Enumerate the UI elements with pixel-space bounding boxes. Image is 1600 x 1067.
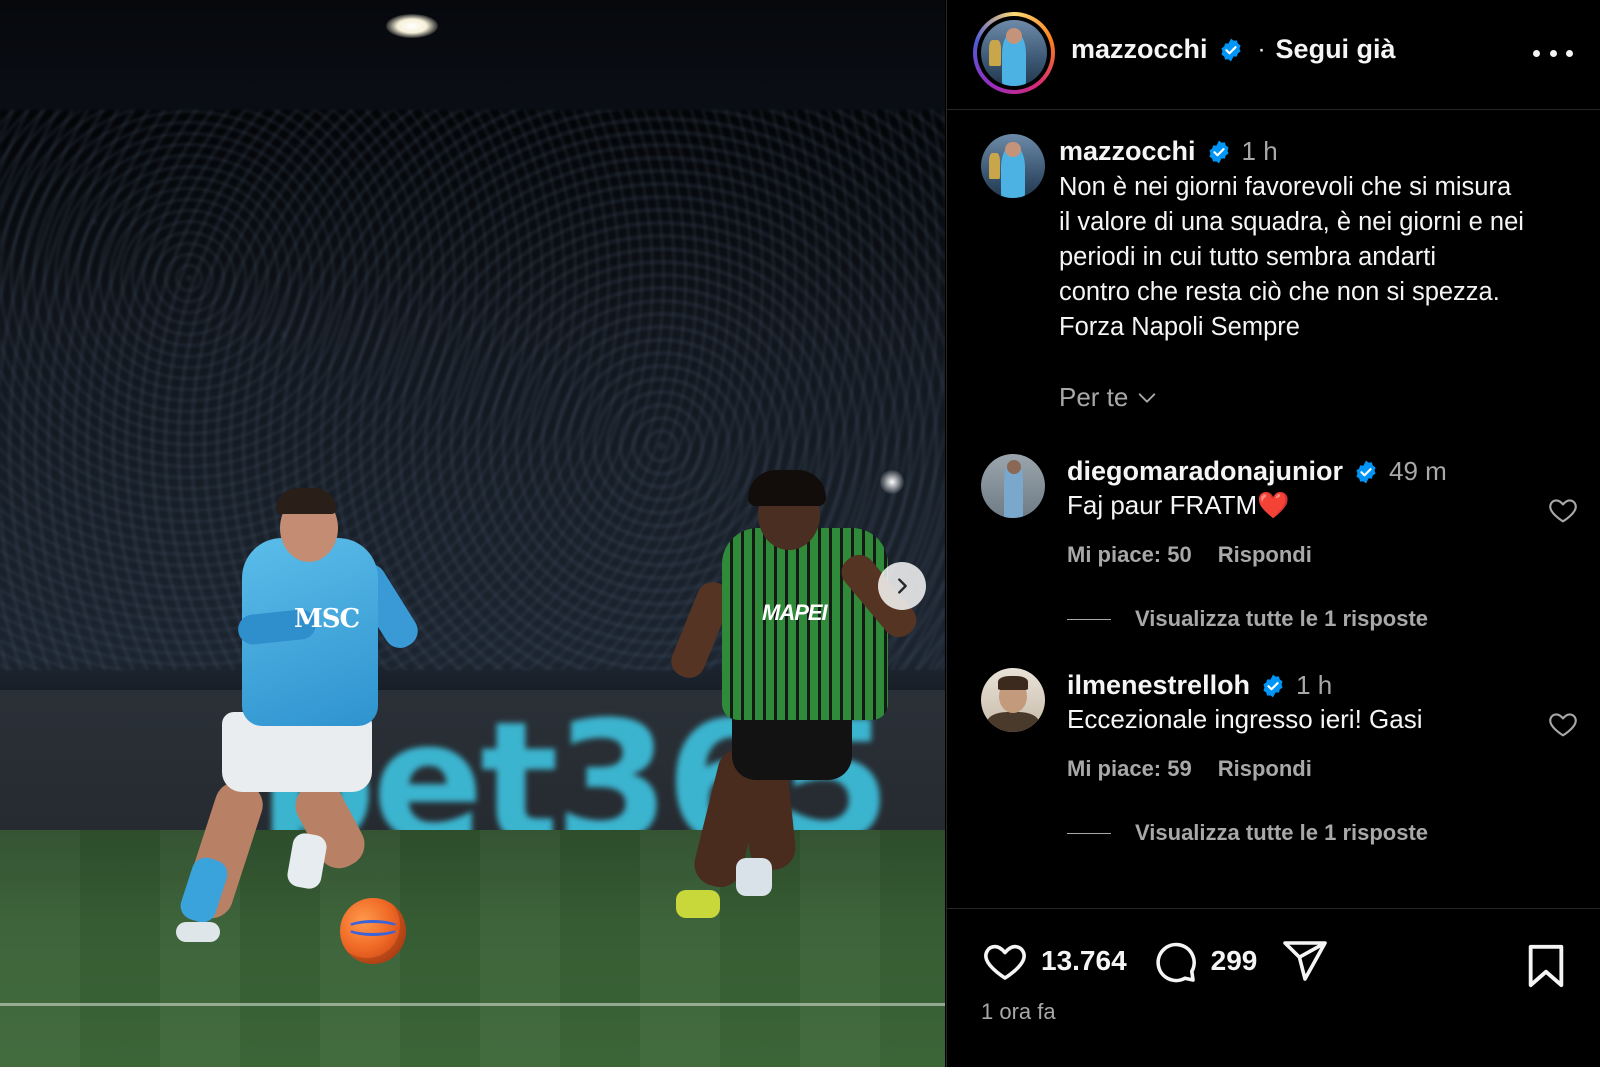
more-options-icon[interactable] [1533,38,1573,68]
comment-likes-count[interactable]: Mi piace: 50 [1067,542,1192,568]
like-heart-icon[interactable] [981,937,1029,985]
comment-timestamp: 1 h [1296,670,1333,700]
stadium-light-small [880,470,904,494]
view-replies-label: Visualizza tutte le 1 risposte [1135,820,1429,845]
chevron-down-icon [1139,392,1156,403]
comment-likes-count[interactable]: Mi piace: 59 [1067,756,1192,782]
author-avatar-story-ring[interactable] [973,12,1055,94]
verified-badge-icon [1221,38,1241,61]
following-button[interactable]: Segui già [1276,34,1396,65]
comment-reply-button[interactable]: Rispondi [1218,542,1312,568]
post-header: mazzocchi · Segui già [947,0,1600,110]
view-replies-button[interactable]: Visualizza tutte le 1 risposte [1067,606,1428,632]
bookmark-icon[interactable] [1525,943,1567,989]
post-actions-bar: 13.764 299 1 ora fa [947,908,1600,1067]
player-blue-sponsor: MSC [294,604,360,634]
player-green-boot [676,890,720,918]
comments-filter-dropdown[interactable]: Per te [1059,382,1158,413]
football-pattern [346,920,400,936]
player-green-boot [736,858,772,896]
post-timestamp: 1 ora fa [981,999,1056,1024]
pitch [0,830,945,1067]
next-photo-button[interactable] [878,562,926,610]
commenter-avatar[interactable] [981,454,1045,518]
post-side-panel: mazzocchi · Segui già mazzocchi 1 h Non … [946,0,1600,1067]
comment-reply-button[interactable]: Rispondi [1218,756,1312,782]
caption-text: Non è nei giorni favorevoli che si misur… [1059,173,1524,341]
chevron-right-icon [898,578,907,594]
heart-icon[interactable] [1547,494,1579,526]
player-green-sponsor: MAPEI [762,600,828,625]
replies-divider-line [1067,618,1111,620]
comments-count[interactable]: 299 [1211,945,1258,977]
verified-badge-icon [1356,460,1376,483]
player-blue-boot [176,922,220,942]
comments-filter-label: Per te [1059,382,1129,412]
comment-text: Eccezionale ingresso ieri! Gasi [1067,704,1423,734]
verified-badge-icon [1263,674,1283,697]
commenter-avatar[interactable] [981,668,1045,732]
caption-author-username[interactable]: mazzocchi [1059,136,1196,167]
view-replies-button[interactable]: Visualizza tutte le 1 risposte [1067,820,1428,846]
likes-count[interactable]: 13.764 [1041,945,1127,977]
author-username[interactable]: mazzocchi [1071,34,1208,65]
commenter-username[interactable]: ilmenestrelloh [1067,670,1250,701]
heart-icon[interactable] [1547,708,1579,740]
author-avatar [981,20,1047,86]
commenter-username[interactable]: diegomaradonajunior [1067,456,1343,487]
player-blue-hair [276,488,336,514]
replies-divider-line [1067,832,1111,834]
comment-timestamp: 49 m [1389,456,1447,486]
share-send-icon[interactable] [1281,937,1329,985]
player-green-hair [748,470,826,506]
comment-text: Faj paur FRATM❤️ [1067,490,1290,520]
comment-icon[interactable] [1151,937,1199,985]
verified-badge-icon [1209,140,1229,163]
view-replies-label: Visualizza tutte le 1 risposte [1135,606,1429,631]
header-separator: · [1257,35,1266,63]
pitch-line [0,1003,945,1006]
caption-author-avatar[interactable] [981,134,1045,198]
stadium-light [386,14,438,38]
post-photo[interactable]: bet365 MSC MAPEI [0,0,945,1067]
caption-timestamp: 1 h [1241,136,1278,166]
